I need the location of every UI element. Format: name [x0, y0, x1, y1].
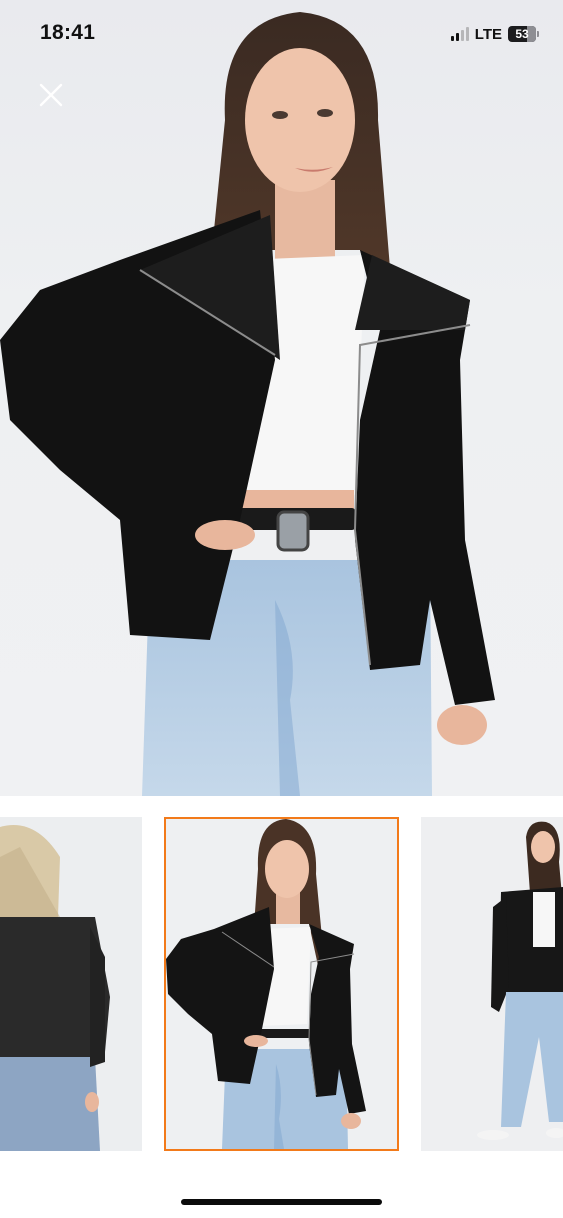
thumbnail-fullbody-view[interactable]: [421, 817, 563, 1151]
close-icon: [39, 83, 63, 107]
thumbnail-gallery: [0, 817, 563, 1153]
product-photo-illustration: [0, 12, 495, 796]
battery-icon: 53: [508, 26, 539, 42]
status-bar: 18:41 LTE 53: [0, 0, 563, 66]
cellular-signal-icon: [450, 27, 469, 41]
product-main-image[interactable]: 18:41 LTE 53: [0, 0, 563, 796]
thumbnail-front-illustration: [166, 819, 397, 1149]
status-time: 18:41: [40, 21, 96, 44]
battery-percent: 53: [515, 27, 529, 41]
thumbnail-front-view-selected[interactable]: [164, 817, 399, 1151]
network-type-label: LTE: [474, 25, 502, 43]
thumbnail-back-illustration: [0, 817, 142, 1151]
thumbnail-fullbody-illustration: [421, 817, 563, 1151]
close-button[interactable]: [34, 78, 68, 112]
home-indicator[interactable]: [181, 1199, 382, 1205]
status-indicators: LTE 53: [450, 24, 539, 44]
thumbnail-back-view[interactable]: [0, 817, 142, 1151]
